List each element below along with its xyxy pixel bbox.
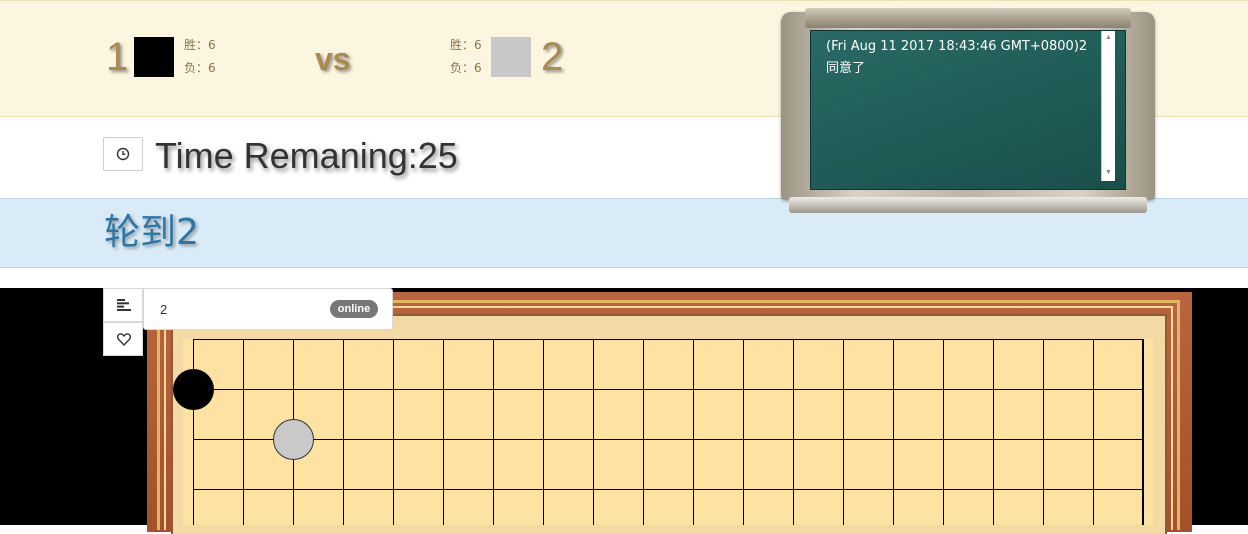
status-badge: online bbox=[330, 300, 378, 318]
black-stone bbox=[172, 368, 214, 410]
favorite-button[interactable] bbox=[103, 322, 143, 356]
clock-button[interactable] bbox=[103, 137, 143, 171]
scroll-up-arrow-icon[interactable]: ▲ bbox=[1105, 34, 1112, 42]
left-player-name: 1 bbox=[106, 35, 129, 79]
game-board[interactable] bbox=[183, 339, 1153, 525]
clock-icon bbox=[116, 147, 130, 161]
time-remaining: Time Remaning:25 bbox=[155, 135, 458, 176]
chat-message: (Fri Aug 11 2017 18:43:46 GMT+0800)2 bbox=[826, 39, 1088, 54]
chat-board: (Fri Aug 11 2017 18:43:46 GMT+0800)2 同意了… bbox=[779, 8, 1156, 216]
opponent-info: 2 online bbox=[143, 288, 393, 330]
chat-board-frame-top bbox=[805, 8, 1131, 28]
left-player-wins: 胜：6 bbox=[184, 38, 216, 52]
turn-indicator: 轮到2 bbox=[104, 212, 199, 253]
chat-scrollbar[interactable]: ▲ ▼ bbox=[1101, 31, 1115, 181]
heart-icon bbox=[117, 333, 131, 346]
left-player-stone-swatch bbox=[134, 37, 174, 77]
vs-label: vs bbox=[315, 41, 351, 77]
right-player-losses: 负：6 bbox=[450, 61, 482, 75]
right-player-wins: 胜：6 bbox=[450, 38, 482, 52]
board-grid bbox=[193, 339, 1144, 525]
menu-button[interactable] bbox=[103, 288, 143, 322]
align-left-icon bbox=[117, 299, 131, 311]
opponent-name: 2 bbox=[160, 302, 168, 317]
scroll-down-arrow-icon[interactable]: ▼ bbox=[1105, 169, 1112, 177]
right-player-name: 2 bbox=[541, 35, 564, 79]
left-player-losses: 负：6 bbox=[184, 61, 216, 75]
right-player-stone-swatch bbox=[491, 37, 531, 77]
chat-message: 同意了 bbox=[826, 61, 866, 76]
white-stone bbox=[272, 418, 314, 460]
chalk-tray bbox=[789, 197, 1147, 213]
